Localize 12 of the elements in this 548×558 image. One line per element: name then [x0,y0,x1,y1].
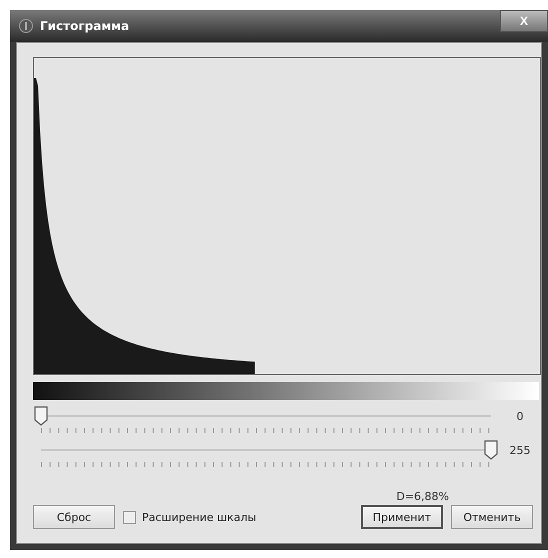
slider-value: 255 [508,444,532,456]
app-icon [18,18,34,34]
dialog-button[interactable]: Применит [360,505,443,529]
slider-thumb[interactable] [484,440,498,460]
slider-thumb[interactable] [34,406,48,426]
dialog-button[interactable]: Отменить [451,505,533,529]
window-title: Гистограмма [40,19,130,33]
density-value: D=6,88% [396,490,449,503]
checkbox-label: Расширение шкалы [142,510,256,524]
reset-button[interactable]: Сброс [33,505,115,529]
slider-value: 0 [516,410,524,422]
checkbox[interactable] [123,510,136,524]
